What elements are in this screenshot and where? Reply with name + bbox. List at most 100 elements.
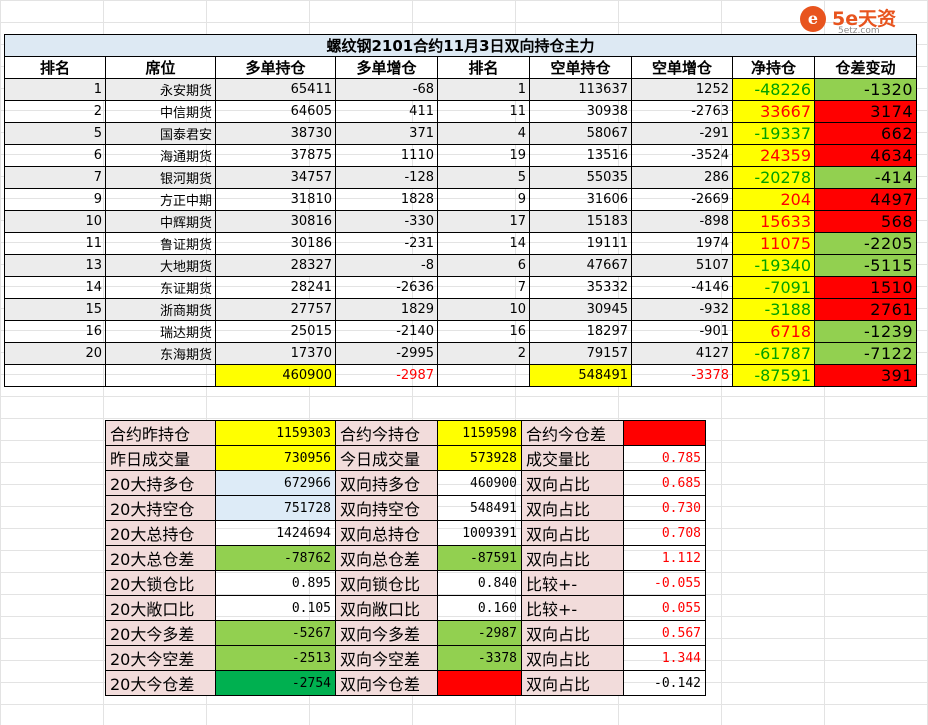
cell-rank-short: 2 [437,342,530,365]
cell-short: 30938 [529,100,632,123]
summary-value: 1159598 [437,420,522,446]
cell-long-chg: -330 [335,210,438,233]
summary-row: 20大持多仓 672966 双向持多仓 460900 双向占比 0.685 [105,470,706,496]
cell-short-chg: 5107 [631,254,733,277]
cell-rank-short: 7 [437,276,530,299]
summary-value: 0.895 [215,570,336,596]
cell-rank-short: 6 [437,254,530,277]
summary-value: 295 [623,420,706,446]
cell-diff: 1510 [814,276,917,299]
cell-long-chg: -231 [335,232,438,255]
summary-value: 460900 [437,470,522,496]
cell-net: -7091 [732,276,815,299]
summary-value: 0.685 [623,470,706,496]
cell-long: 17370 [215,342,336,365]
cell-net: -61787 [732,342,815,365]
table-row: 5 国泰君安 38730 371 4 58067 -291 -19337 662 [4,122,917,145]
cell-rank-short: 16 [437,320,530,343]
summary-value: 0.055 [623,595,706,621]
summary-row: 20大锁仓比 0.895 双向锁仓比 0.840 比较+- -0.055 [105,570,706,596]
table-row: 20 东海期货 17370 -2995 2 79157 4127 -61787 -7122 [4,342,917,365]
cell-rank-long: 7 [4,166,106,189]
cell-seat: 方正中期 [105,188,216,211]
cell-long-chg: -128 [335,166,438,189]
summary-label: 成交量比 [521,445,624,471]
cell-net: 204 [732,188,815,211]
table-row: 1 永安期货 65411 -68 1 113637 1252 -48226 -1320 [4,78,917,101]
summary-value: 1009391 [437,520,522,546]
column-header: 排名 [4,56,106,79]
summary-label: 合约今持仓 [335,420,438,446]
cell-seat: 银河期货 [105,166,216,189]
total-long-chg: -2987 [335,364,438,387]
summary-row: 20大今多差 -5267 双向今多差 -2987 双向占比 0.567 [105,620,706,646]
cell-net: 33667 [732,100,815,123]
cell-seat: 东海期货 [105,342,216,365]
summary-value: -0.055 [623,570,706,596]
cell-long-chg: 1828 [335,188,438,211]
cell-short: 113637 [529,78,632,101]
cell-short-chg: -3524 [631,144,733,167]
cell-rank-long: 2 [4,100,106,123]
summary-row: 合约昨持仓 1159303 合约今持仓 1159598 合约今仓差 295 [105,420,706,446]
cell-short-chg: -2763 [631,100,733,123]
cell-seat: 中辉期货 [105,210,216,233]
empty-cell [437,364,530,387]
column-header: 排名 [437,56,530,79]
cell-short: 13516 [529,144,632,167]
summary-value: 391 [437,670,522,696]
table-row: 9 方正中期 31810 1828 9 31606 -2669 204 4497 [4,188,917,211]
total-short-chg: -3378 [631,364,733,387]
summary-label: 合约昨持仓 [105,420,216,446]
cell-diff: -1239 [814,320,917,343]
summary-label: 20大今多差 [105,620,216,646]
cell-long-chg: 411 [335,100,438,123]
table-row: 16 瑞达期货 25015 -2140 16 18297 -901 6718 -1239 [4,320,917,343]
cell-seat: 永安期货 [105,78,216,101]
summary-value: 0.105 [215,595,336,621]
cell-short: 31606 [529,188,632,211]
site-logo: e 5e天资 5etz.com [794,2,924,38]
column-header: 净持仓 [732,56,815,79]
cell-long-chg: -68 [335,78,438,101]
summary-label: 20大总持仓 [105,520,216,546]
summary-label: 昨日成交量 [105,445,216,471]
cell-seat: 浙商期货 [105,298,216,321]
cell-diff: -1320 [814,78,917,101]
cell-long-chg: 371 [335,122,438,145]
cell-net: -48226 [732,78,815,101]
column-header: 空单持仓 [529,56,632,79]
cell-seat: 国泰君安 [105,122,216,145]
summary-label: 双向占比 [521,520,624,546]
summary-label: 双向敞口比 [335,595,438,621]
cell-long-chg: -8 [335,254,438,277]
summary-value: -3378 [437,645,522,671]
summary-row: 20大敞口比 0.105 双向敞口比 0.160 比较+- 0.055 [105,595,706,621]
cell-rank-short: 11 [437,100,530,123]
cell-short-chg: 286 [631,166,733,189]
summary-label: 比较+- [521,595,624,621]
cell-net: -19337 [732,122,815,145]
cell-rank-short: 9 [437,188,530,211]
cell-net: 24359 [732,144,815,167]
cell-rank-long: 5 [4,122,106,145]
cell-rank-short: 10 [437,298,530,321]
summary-label: 20大今仓差 [105,670,216,696]
table-row: 6 海通期货 37875 1110 19 13516 -3524 24359 4634 [4,144,917,167]
summary-value: 0.567 [623,620,706,646]
summary-label: 双向占比 [521,645,624,671]
summary-label: 双向持空仓 [335,495,438,521]
cell-short-chg: -901 [631,320,733,343]
cell-rank-long: 10 [4,210,106,233]
empty-cell [4,364,106,387]
cell-long: 38730 [215,122,336,145]
cell-short: 58067 [529,122,632,145]
summary-label: 20大总仓差 [105,545,216,571]
cell-seat: 瑞达期货 [105,320,216,343]
cell-diff: -2205 [814,232,917,255]
cell-diff: 3174 [814,100,917,123]
summary-value: 1.112 [623,545,706,571]
cell-long-chg: -2995 [335,342,438,365]
cell-rank-short: 1 [437,78,530,101]
table-row: 11 鲁证期货 30186 -231 14 19111 1974 11075 -2205 [4,232,917,255]
